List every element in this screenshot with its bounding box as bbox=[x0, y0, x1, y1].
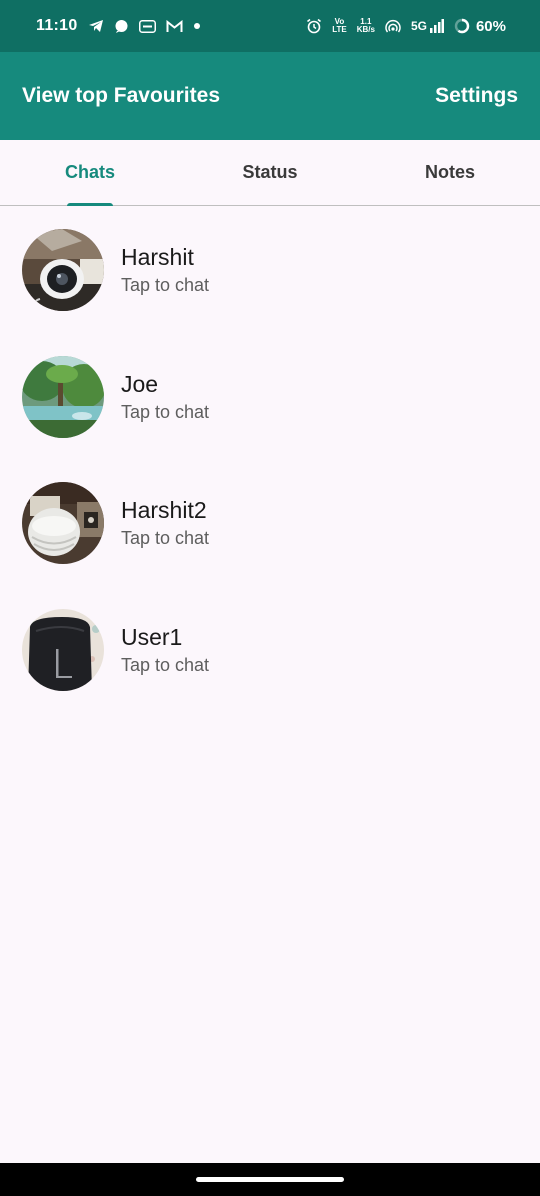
chat-list-item[interactable]: Harshit Tap to chat bbox=[0, 207, 540, 334]
chat-subtitle: Tap to chat bbox=[121, 401, 210, 422]
tab-bar: Chats Status Notes bbox=[0, 140, 540, 206]
volte-bottom-label: LTE bbox=[332, 25, 347, 34]
settings-button[interactable]: Settings bbox=[435, 84, 518, 108]
chat-text: Harshit2 Tap to chat bbox=[121, 496, 209, 550]
chat-text: Harshit Tap to chat bbox=[121, 243, 209, 297]
chat-text: User1 Tap to chat bbox=[121, 623, 209, 677]
avatar[interactable] bbox=[22, 482, 104, 565]
chat-bubble-icon bbox=[114, 19, 129, 34]
status-bar-left: 11:10 bbox=[36, 17, 201, 35]
chat-subtitle: Tap to chat bbox=[121, 275, 210, 296]
chat-name: Joe bbox=[121, 370, 159, 397]
battery-icon: 60% bbox=[454, 18, 506, 35]
chat-subtitle: Tap to chat bbox=[121, 528, 210, 549]
chat-list-item[interactable]: User1 Tap to chat bbox=[0, 587, 540, 714]
app-bar: View top Favourites Settings bbox=[0, 52, 540, 140]
chat-list-item[interactable]: Joe Tap to chat bbox=[0, 334, 540, 461]
tab-status-label: Status bbox=[242, 162, 298, 182]
data-speed-icon: 1.1 KB/s bbox=[357, 18, 375, 34]
chat-name: Harshit2 bbox=[121, 497, 207, 524]
tab-status[interactable]: Status bbox=[180, 140, 360, 205]
status-time: 11:10 bbox=[36, 17, 78, 34]
home-indicator[interactable] bbox=[196, 1177, 344, 1182]
status-bar: 11:10 Vo LTE 1.1 KB/s 5G 60% bbox=[0, 0, 540, 52]
app-badge-icon bbox=[138, 19, 156, 33]
alarm-icon bbox=[306, 18, 322, 34]
tab-notes-label: Notes bbox=[424, 162, 475, 182]
chat-list-item[interactable]: Harshit2 Tap to chat bbox=[0, 460, 540, 587]
active-tab-indicator bbox=[67, 203, 113, 206]
network-label: 5G bbox=[410, 19, 427, 33]
avatar[interactable] bbox=[22, 355, 104, 438]
tab-chats-label: Chats bbox=[64, 162, 115, 182]
tab-notes[interactable]: Notes bbox=[360, 140, 540, 205]
view-top-favourites-button[interactable]: View top Favourites bbox=[22, 84, 220, 108]
avatar[interactable] bbox=[22, 229, 104, 312]
chat-name: User1 bbox=[121, 623, 183, 650]
tab-chats[interactable]: Chats bbox=[0, 140, 180, 206]
speed-unit: KB/s bbox=[356, 25, 375, 34]
chat-subtitle: Tap to chat bbox=[121, 654, 210, 675]
dot-icon bbox=[193, 22, 201, 30]
chat-list: Harshit Tap to chat Joe Tap to chat Hars… bbox=[0, 207, 540, 713]
telegram-icon bbox=[88, 19, 104, 33]
avatar[interactable] bbox=[22, 608, 104, 691]
chat-text: Joe Tap to chat bbox=[121, 370, 209, 424]
signal-icon: 5G bbox=[411, 19, 444, 33]
hotspot-icon bbox=[385, 19, 401, 33]
battery-percent: 60% bbox=[475, 17, 506, 35]
volte-icon: Vo LTE bbox=[332, 18, 347, 34]
navigation-bar bbox=[0, 1163, 540, 1196]
status-bar-right: Vo LTE 1.1 KB/s 5G 60% bbox=[306, 18, 506, 35]
chat-name: Harshit bbox=[121, 244, 194, 271]
gmail-icon bbox=[166, 19, 183, 33]
